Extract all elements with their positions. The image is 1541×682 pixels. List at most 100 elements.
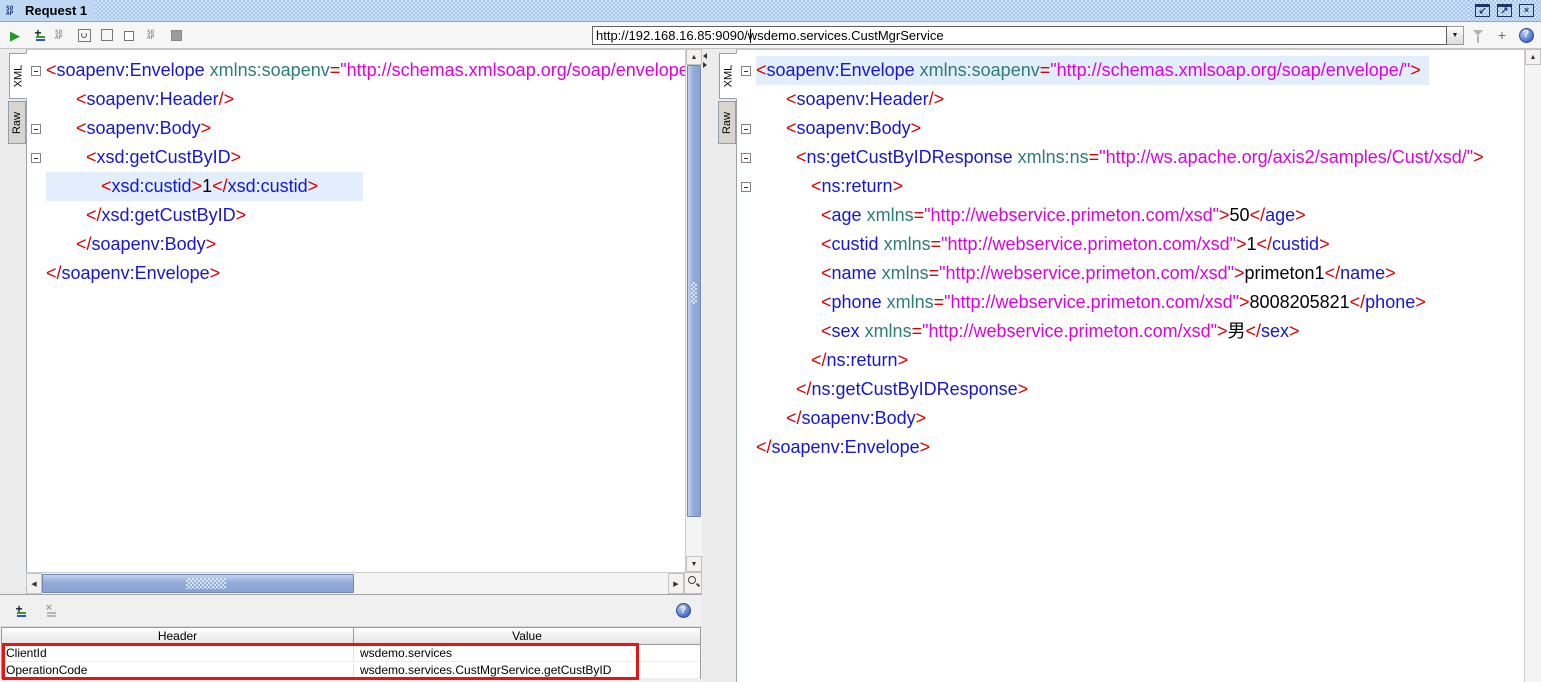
xml-code: </ns:getCustByIDResponse> <box>756 375 1524 404</box>
request-headers-section: + ×? Header Value ClientIdwsdemo.services… <box>0 594 702 682</box>
xml-line: <age xmlns="http://webservice.primeton.c… <box>737 201 1524 230</box>
fold-gutter <box>737 201 756 230</box>
column-header[interactable]: Header <box>2 628 354 644</box>
collapse-icon[interactable] <box>741 182 751 192</box>
column-value[interactable]: Value <box>354 628 700 644</box>
text-caret <box>750 29 751 43</box>
table-row[interactable]: ClientIdwsdemo.services <box>2 645 700 662</box>
add-to-mockservice-icon[interactable]: SO AP <box>52 26 70 44</box>
tab-xml-label: XML <box>12 65 24 88</box>
scroll-right-button[interactable]: ▶ <box>668 573 684 594</box>
toolbar-icons: ▶ + SO AP SO AP <box>6 26 185 44</box>
fold-gutter <box>27 56 46 85</box>
tab-raw[interactable]: Raw <box>8 101 26 144</box>
split-divider[interactable] <box>702 49 710 682</box>
fold-gutter <box>737 114 756 143</box>
xml-line: </ns:return> <box>737 346 1524 375</box>
header-value-cell[interactable]: wsdemo.services.CustMgrService.getCustBy… <box>354 663 700 677</box>
request-vertical-scrollbar[interactable]: ▲ ▼ <box>685 49 702 572</box>
code-line: </soapenv:Envelope> <box>46 259 220 288</box>
code-line: <soapenv:Header/> <box>756 85 944 114</box>
split-collapse-arrows[interactable] <box>703 53 707 68</box>
scroll-track[interactable] <box>686 65 702 556</box>
header-value-cell[interactable]: wsdemo.services <box>354 646 700 660</box>
titlebar-pattern <box>95 0 1468 21</box>
magnifier-button[interactable] <box>684 572 702 594</box>
request-xml-editor[interactable]: <soapenv:Envelope xmlns:soapenv="http://… <box>26 49 685 572</box>
collapse-icon[interactable] <box>741 153 751 163</box>
endpoint-dropdown-button[interactable]: ▼ <box>1447 26 1464 45</box>
window-titlebar[interactable]: SO AP Request 1 ↙ ↗ × <box>0 0 1541 22</box>
tab-xml[interactable]: XML <box>719 53 737 99</box>
tab-xml[interactable]: XML <box>9 53 27 99</box>
scroll-up-button[interactable]: ▲ <box>686 49 702 65</box>
response-vertical-scrollbar[interactable]: ▲ <box>1524 49 1541 682</box>
code-line: <ns:return> <box>756 172 903 201</box>
code-line: </soapenv:Envelope> <box>756 433 930 462</box>
request-horizontal-scrollbar[interactable]: ◀ ▶ <box>26 572 684 594</box>
maximize-window-button[interactable]: ↗ <box>1497 4 1512 17</box>
collapse-right-icon[interactable] <box>703 62 707 68</box>
collapse-icon[interactable] <box>741 124 751 134</box>
xml-line: </ns:getCustByIDResponse> <box>737 375 1524 404</box>
xml-code: <soapenv:Envelope xmlns:soapenv="http://… <box>46 56 685 85</box>
xml-line: </soapenv:Body> <box>737 404 1524 433</box>
recreate-request-icon[interactable] <box>75 26 93 44</box>
submit-request-button[interactable]: ▶ <box>6 26 24 44</box>
scroll-track[interactable] <box>1525 65 1541 682</box>
response-editor-area: XML Raw <soapenv:Envelope xmlns:soapenv=… <box>710 49 1541 682</box>
remove-header-button[interactable]: × <box>40 602 58 620</box>
close-window-button[interactable]: × <box>1519 4 1534 17</box>
help-button[interactable]: ? <box>674 602 692 620</box>
fold-gutter <box>737 375 756 404</box>
collapse-icon[interactable] <box>31 153 41 163</box>
add-header-button[interactable]: + <box>10 602 28 620</box>
header-name-cell[interactable]: OperationCode <box>2 663 354 677</box>
scroll-thumb[interactable] <box>687 65 701 517</box>
request-hscroll-row: ◀ ▶ <box>0 572 702 594</box>
soap-action-icon[interactable]: SO AP <box>144 26 162 44</box>
code-line: <soapenv:Body> <box>46 114 211 143</box>
collapse-left-icon[interactable] <box>703 53 707 59</box>
code-line: <xsd:getCustByID> <box>46 143 241 172</box>
xml-code: </soapenv:Body> <box>756 404 1524 433</box>
create-empty-request-icon[interactable] <box>98 26 116 44</box>
tab-raw-label: Raw <box>11 111 23 133</box>
fold-gutter <box>737 56 756 85</box>
xml-code: <soapenv:Header/> <box>46 85 685 114</box>
xml-line: <soapenv:Envelope xmlns:soapenv="http://… <box>27 56 685 85</box>
table-row[interactable]: OperationCodewsdemo.services.CustMgrServ… <box>2 662 700 679</box>
add-endpoint-icon[interactable]: + <box>1493 26 1511 44</box>
restore-window-button[interactable]: ↙ <box>1475 4 1490 17</box>
titlebar-left: SO AP Request 1 <box>0 0 95 21</box>
cancel-request-button[interactable] <box>167 26 185 44</box>
scroll-up-button[interactable]: ▲ <box>1525 49 1541 65</box>
help-button[interactable]: ? <box>1517 26 1535 44</box>
scroll-thumb[interactable] <box>42 574 354 593</box>
request-pane: XML Raw <soapenv:Envelope xmlns:soapenv=… <box>0 49 702 682</box>
endpoint-url-input[interactable] <box>592 26 1447 45</box>
scroll-left-button[interactable]: ◀ <box>26 573 42 594</box>
soapui-request-window: SO AP Request 1 ↙ ↗ × ▶ + SO AP SO AP ▼ +? XM… <box>0 0 1541 682</box>
code-line: <soapenv:Envelope xmlns:soapenv="http://… <box>46 56 685 85</box>
ws-a-filter-icon[interactable] <box>1469 26 1487 44</box>
add-to-testcase-icon[interactable]: + <box>29 26 47 44</box>
xml-code: <xsd:getCustByID> <box>46 143 685 172</box>
xml-line: <name xmlns="http://webservice.primeton.… <box>737 259 1524 288</box>
code-line: </ns:getCustByIDResponse> <box>756 375 1028 404</box>
scroll-track[interactable] <box>42 573 668 594</box>
collapse-icon[interactable] <box>31 66 41 76</box>
highlighted-line: <xsd:custid>1</xsd:custid> <box>46 172 363 201</box>
collapse-icon[interactable] <box>31 124 41 134</box>
window-title: Request 1 <box>25 3 87 18</box>
clone-request-icon[interactable] <box>121 26 139 44</box>
response-xml-editor[interactable]: <soapenv:Envelope xmlns:soapenv="http://… <box>736 49 1524 682</box>
xml-code: <age xmlns="http://webservice.primeton.c… <box>756 201 1524 230</box>
xml-line: </soapenv:Envelope> <box>737 433 1524 462</box>
fold-gutter <box>737 85 756 114</box>
hscroll-spacer <box>0 572 26 594</box>
scroll-down-button[interactable]: ▼ <box>686 556 702 572</box>
header-name-cell[interactable]: ClientId <box>2 646 354 660</box>
tab-raw[interactable]: Raw <box>718 101 736 144</box>
collapse-icon[interactable] <box>741 66 751 76</box>
